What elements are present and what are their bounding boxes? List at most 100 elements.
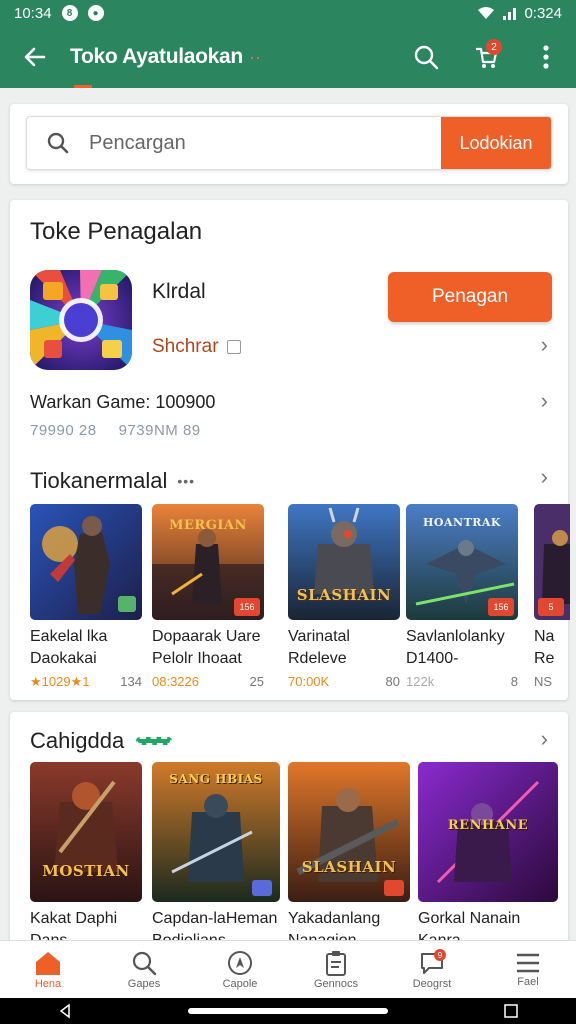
chevron-right-icon[interactable]: › <box>541 388 548 414</box>
game-name: Varinatal <box>288 628 350 645</box>
game-name: Capdan-laHeman <box>152 910 278 927</box>
compass-icon <box>228 950 252 975</box>
game-card[interactable]: MOSTIAN Kakat Daphi Dans <box>30 762 142 952</box>
game-logo-text: SANG HBIAS <box>169 772 263 786</box>
category-section-card: Cahigdda › MOSTIAN Kakat Daphi Dans SANG… <box>10 712 568 952</box>
more-vert-icon <box>543 45 549 69</box>
featured-install-button[interactable]: Penagan <box>388 272 552 322</box>
chevron-right-icon[interactable]: › <box>541 464 548 490</box>
search-icon <box>132 951 157 975</box>
checkbox-icon <box>226 340 241 354</box>
game-thumbnail: RENHANE <box>418 762 558 902</box>
page-title: Toko Ayatulaokan <box>70 45 243 68</box>
category-title: Cahigdda <box>30 728 125 753</box>
search-input[interactable] <box>89 131 441 155</box>
game-name-2: D1400- <box>406 650 459 667</box>
back-button[interactable] <box>0 26 70 88</box>
search-submit-button[interactable]: Lodokian <box>441 117 551 169</box>
game-tag: 156 <box>234 598 260 616</box>
game-name: Eakelal lka <box>30 628 108 645</box>
game-thumbnail: SANG HBIAS <box>152 762 280 902</box>
game-stats: 70:00K 80 <box>288 674 400 689</box>
game-count: 134 <box>120 674 142 689</box>
cart-badge: 2 <box>486 39 502 55</box>
status-time: 10:34 <box>14 4 52 22</box>
nav-label: Capole <box>222 977 258 990</box>
stat-2: 9739NM 89 <box>118 422 201 439</box>
game-logo-text: MOSTIAN <box>42 862 130 880</box>
game-count: NS <box>534 674 553 689</box>
search-card: Lodokian <box>10 104 568 184</box>
game-stats: 122k 8 <box>406 674 518 689</box>
title-indicator: ·· <box>248 46 261 67</box>
game-logo-text: RENHANE <box>447 818 529 833</box>
more-menu-button[interactable] <box>516 26 576 88</box>
nav-item-games[interactable]: Gapes <box>96 941 192 998</box>
game-name-2: Re <box>534 650 555 667</box>
meta-stats: 79990 28 9739NM 89 <box>30 422 201 439</box>
notification-icon: 8 <box>61 5 78 21</box>
search-bar: Lodokian <box>26 116 552 170</box>
game-stats: NS <box>534 674 570 689</box>
game-card[interactable]: MERGIAN 156 Dopaarak Uare Pelolr Ihoaat … <box>152 504 264 689</box>
featured-app-subtitle: Shchrar <box>152 336 241 358</box>
game-card[interactable]: SANG HBIAS Capdan-laHeman Bodiolians <box>152 762 280 952</box>
system-navigation-bar <box>0 998 576 1024</box>
title-underline <box>74 85 92 88</box>
search-field-icon <box>27 131 89 155</box>
system-recents-icon[interactable] <box>503 1003 519 1019</box>
chevron-right-icon[interactable]: › <box>541 726 548 752</box>
game-card[interactable]: SLASHAIN Yakadanlang Nanagion <box>288 762 410 952</box>
game-name: Yakadanlang <box>288 910 381 927</box>
game-card[interactable]: HOANTRAK 156 Savlanlolanky D1400- 122k 8 <box>406 504 518 689</box>
nav-badge: 9 <box>434 949 446 961</box>
nav-item-capole[interactable]: Capole <box>192 941 288 998</box>
game-rating: ★1029★1 <box>30 674 90 689</box>
wifi-icon <box>478 7 495 19</box>
game-logo-text: SLASHAIN <box>296 586 392 604</box>
game-card[interactable]: RENHANE Gorkal Nanain Kanra <box>418 762 558 952</box>
game-count: 8 <box>510 674 518 689</box>
game-card[interactable]: Eakelal lka Daokakai ★1029★1 134 <box>30 504 142 690</box>
category-header: Cahigdda <box>30 728 173 754</box>
game-count: 25 <box>249 674 264 689</box>
game-tag: 156 <box>488 598 514 616</box>
chevron-right-icon[interactable]: › <box>541 332 548 358</box>
game-thumbnail: MOSTIAN <box>30 762 142 902</box>
row-title: Tiokanermalal <box>30 468 168 493</box>
category-badge <box>136 737 173 745</box>
game-rating: 08:3226 <box>152 674 199 689</box>
bottom-navigation: Hena Gapes Capole Gennocs 9 Deogrst Fael <box>0 940 576 998</box>
nav-item-gennocs[interactable]: Gennocs <box>288 941 384 998</box>
battery-text: 0:324 <box>524 4 562 22</box>
app-bar: Toko Ayatulaokan ·· 2 <box>0 26 576 88</box>
game-stats: 08:3226 25 <box>152 674 264 689</box>
nav-item-menu[interactable]: Fael <box>480 941 576 998</box>
nav-item-messages[interactable]: 9 Deogrst <box>384 941 480 998</box>
nav-label: Gapes <box>127 977 161 990</box>
game-name: Na <box>534 628 555 645</box>
system-back-icon[interactable] <box>57 1003 73 1019</box>
search-button[interactable] <box>396 26 456 88</box>
section-title: Toke Penagalan <box>30 218 203 245</box>
featured-app-name: Klrdal <box>152 280 206 303</box>
game-logo-text: MERGIAN <box>169 518 247 533</box>
game-rating: 70:00K <box>288 674 330 689</box>
nav-item-home[interactable]: Hena <box>0 941 96 998</box>
menu-icon <box>517 953 539 972</box>
game-name: Gorkal Nanain <box>418 910 521 927</box>
game-count-line: Warkan Game: 100900 <box>30 392 216 412</box>
nav-label: Deogrst <box>412 977 452 990</box>
cart-button[interactable]: 2 <box>456 26 516 88</box>
store-section-card: Toke Penagalan Klrdal Shchrar Penagan › … <box>10 200 570 700</box>
game-card[interactable]: SLASHAIN Varinatal Rdeleve 70:00K 80 <box>288 504 400 689</box>
game-name-2: Pelolr Ihoaat <box>152 650 242 667</box>
nav-label: Hena <box>34 977 62 990</box>
stat-1: 79990 28 <box>30 422 97 439</box>
nav-label: Gennocs <box>313 977 359 990</box>
featured-app-developer: Shchrar <box>152 336 219 357</box>
featured-app[interactable]: Klrdal Shchrar Penagan › <box>30 270 552 370</box>
system-home-pill[interactable] <box>187 1008 388 1014</box>
game-stats: ★1029★1 134 <box>30 674 142 690</box>
game-card[interactable]: 5 Na Re NS <box>534 504 570 689</box>
